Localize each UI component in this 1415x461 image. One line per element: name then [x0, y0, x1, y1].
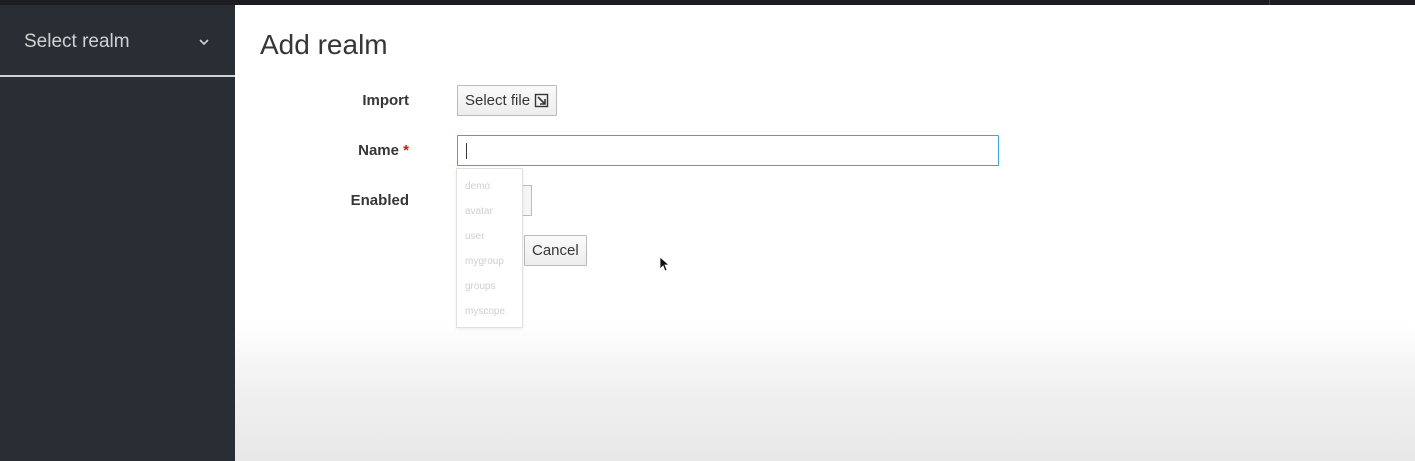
import-icon	[534, 93, 549, 108]
realm-selector[interactable]: Select realm	[0, 5, 235, 77]
autocomplete-item[interactable]: mygroup	[457, 249, 522, 274]
name-label-text: Name	[358, 142, 399, 159]
select-file-label: Select file	[465, 92, 531, 109]
autocomplete-item[interactable]: avatar	[457, 199, 522, 224]
enabled-label: Enabled	[350, 192, 409, 209]
name-label: Name *	[259, 142, 409, 159]
import-label: Import	[362, 92, 409, 109]
page-title: Add realm	[260, 29, 388, 60]
text-caret	[466, 143, 467, 159]
autocomplete-dropdown: demo avatar user mygroup groups myscope	[456, 168, 523, 328]
realm-selector-label: Select realm	[24, 31, 130, 52]
cancel-button[interactable]: Cancel	[524, 235, 587, 266]
name-input[interactable]	[457, 135, 999, 166]
autocomplete-item[interactable]: myscope	[457, 299, 522, 324]
autocomplete-list: demo avatar user mygroup groups myscope	[457, 169, 522, 324]
autocomplete-item[interactable]: groups	[457, 274, 522, 299]
required-marker: *	[403, 142, 409, 159]
autocomplete-item[interactable]: demo	[457, 174, 522, 199]
sidebar: Select realm	[0, 5, 235, 461]
cancel-label: Cancel	[532, 242, 579, 259]
chevron-down-icon	[199, 39, 209, 46]
main-content: Add realm Import Select file Name * Enab…	[235, 5, 1415, 461]
mouse-pointer-icon	[659, 256, 669, 272]
select-file-button[interactable]: Select file	[457, 85, 558, 116]
autocomplete-item[interactable]: user	[457, 224, 522, 249]
